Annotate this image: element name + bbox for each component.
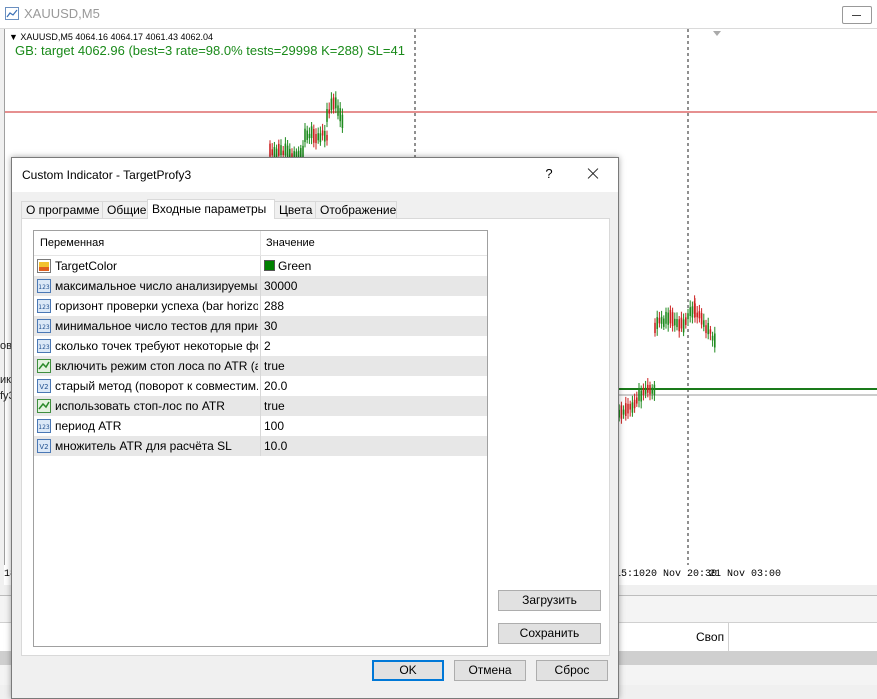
param-row[interactable]: TargetColor Green bbox=[34, 256, 487, 276]
bool-param-icon bbox=[37, 359, 51, 373]
param-name: минимальное число тестов для прин... bbox=[55, 319, 258, 333]
param-row[interactable]: 123 сколько точек требуют некоторые фо...… bbox=[34, 336, 487, 356]
param-row[interactable]: 123 период ATR 100 bbox=[34, 416, 487, 436]
double-param-icon: V2 bbox=[37, 379, 51, 393]
column-swap[interactable]: Своп bbox=[696, 630, 724, 644]
param-value-text: 288 bbox=[264, 299, 285, 313]
svg-text:123: 123 bbox=[38, 324, 50, 331]
close-icon[interactable] bbox=[582, 164, 604, 184]
param-row[interactable]: 123 горизонт проверки успеха (bar horizon… bbox=[34, 296, 487, 316]
tab-inputs[interactable]: Входные параметры bbox=[147, 199, 275, 219]
param-name: старый метод (поворот к совместим... bbox=[55, 379, 258, 393]
bool-param-icon bbox=[37, 399, 51, 413]
param-value[interactable]: 10.0 bbox=[264, 439, 287, 453]
scroll-marker bbox=[713, 31, 721, 36]
param-name: горизонт проверки успеха (bar horizon) bbox=[55, 299, 258, 313]
dialog-titlebar: Custom Indicator - TargetProfy3 ? bbox=[12, 158, 618, 192]
grid-header: Переменная Значение bbox=[34, 231, 487, 256]
param-value-text: 2 bbox=[264, 339, 271, 353]
svg-text:123: 123 bbox=[38, 304, 50, 311]
param-value-text: 30 bbox=[264, 319, 278, 333]
time-label: 20 Nov 20:30 bbox=[645, 569, 718, 580]
param-value-text: Green bbox=[278, 259, 312, 273]
param-row[interactable]: 123 минимальное число тестов для прин... 3… bbox=[34, 316, 487, 336]
param-value[interactable]: 30 bbox=[264, 319, 277, 333]
dialog-title: Custom Indicator - TargetProfy3 bbox=[22, 168, 192, 182]
param-name: сколько точек требуют некоторые фо... bbox=[55, 339, 258, 353]
time-label: 21 Nov 03:00 bbox=[709, 569, 782, 580]
integer-param-icon: 123 bbox=[37, 299, 51, 313]
minimize-button[interactable] bbox=[842, 6, 872, 24]
param-value[interactable]: 30000 bbox=[264, 279, 297, 293]
tab-about[interactable]: О программе bbox=[21, 201, 103, 218]
save-button[interactable]: Сохранить bbox=[498, 623, 601, 644]
param-value-text: 10.0 bbox=[264, 439, 288, 453]
param-name: максимальное число анализируемых... bbox=[55, 279, 258, 293]
param-value[interactable]: Green bbox=[264, 259, 311, 273]
param-value-text: true bbox=[264, 399, 285, 413]
chart-symbol-info: ▼ XAUUSD,M5 4064.16 4064.17 4061.43 4062… bbox=[9, 32, 214, 42]
chart-window-title: XAUUSD,M5 bbox=[24, 6, 100, 21]
param-name: включить режим стоп лоса по ATR (а... bbox=[55, 359, 258, 373]
param-value[interactable]: 2 bbox=[264, 339, 271, 353]
param-value-text: 20.0 bbox=[264, 379, 288, 393]
param-value[interactable]: true bbox=[264, 399, 285, 413]
param-row[interactable]: 123 максимальное число анализируемых... 30… bbox=[34, 276, 487, 296]
color-param-icon bbox=[37, 259, 51, 273]
ok-button[interactable]: OK bbox=[372, 660, 444, 681]
param-value-text: true bbox=[264, 359, 285, 373]
indicator-comment: GB: target 4062.96 (best=3 rate=98.0% te… bbox=[15, 43, 405, 58]
param-value-text: 100 bbox=[264, 419, 285, 433]
integer-param-icon: 123 bbox=[37, 319, 51, 333]
svg-text:123: 123 bbox=[38, 284, 50, 291]
integer-param-icon: 123 bbox=[37, 419, 51, 433]
svg-text:123: 123 bbox=[38, 424, 50, 431]
svg-text:V2: V2 bbox=[39, 443, 48, 451]
reset-button[interactable]: Сброс bbox=[536, 660, 608, 681]
param-row[interactable]: использовать стоп-лос по ATR true bbox=[34, 396, 487, 416]
svg-text:V2: V2 bbox=[39, 383, 48, 391]
chart-window-titlebar: XAUUSD,M5 bbox=[0, 0, 877, 29]
help-button[interactable]: ? bbox=[539, 164, 559, 184]
column-value[interactable]: Значение bbox=[266, 237, 315, 249]
param-name: множитель ATR для расчёта SL bbox=[55, 439, 232, 453]
tab-visualization[interactable]: Отображение bbox=[315, 201, 397, 218]
color-swatch bbox=[264, 260, 275, 271]
tab-common[interactable]: Общие bbox=[102, 201, 148, 218]
param-value[interactable]: 100 bbox=[264, 419, 284, 433]
svg-text:123: 123 bbox=[38, 344, 50, 351]
param-value-text: 30000 bbox=[264, 279, 298, 293]
inputs-tab-panel: Переменная Значение TargetColor Green 123 м… bbox=[21, 218, 610, 656]
param-name: TargetColor bbox=[55, 259, 118, 273]
param-value[interactable]: 20.0 bbox=[264, 379, 287, 393]
cancel-button[interactable]: Отмена bbox=[454, 660, 526, 681]
column-variable[interactable]: Переменная bbox=[40, 237, 104, 249]
parameters-grid: Переменная Значение TargetColor Green 123 м… bbox=[33, 230, 488, 647]
param-row[interactable]: V2 множитель ATR для расчёта SL 10.0 bbox=[34, 436, 487, 456]
integer-param-icon: 123 bbox=[37, 339, 51, 353]
param-value[interactable]: true bbox=[264, 359, 285, 373]
param-row[interactable]: V2 старый метод (поворот к совместим... 20… bbox=[34, 376, 487, 396]
custom-indicator-dialog: Custom Indicator - TargetProfy3 ? О прог… bbox=[11, 157, 619, 699]
param-row[interactable]: включить режим стоп лоса по ATR (а... tru… bbox=[34, 356, 487, 376]
double-param-icon: V2 bbox=[37, 439, 51, 453]
tab-colors[interactable]: Цвета bbox=[274, 201, 316, 218]
param-name: период ATR bbox=[55, 419, 122, 433]
load-button[interactable]: Загрузить bbox=[498, 590, 601, 611]
time-label: 15:10 bbox=[615, 569, 646, 580]
param-value[interactable]: 288 bbox=[264, 299, 284, 313]
param-name: использовать стоп-лос по ATR bbox=[55, 399, 225, 413]
chart-icon bbox=[5, 7, 19, 20]
integer-param-icon: 123 bbox=[37, 279, 51, 293]
